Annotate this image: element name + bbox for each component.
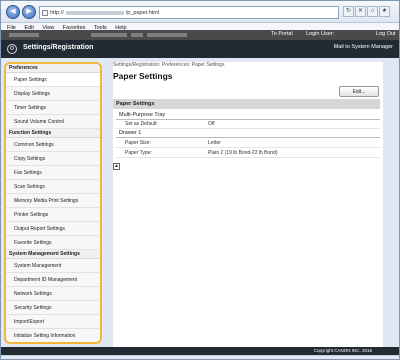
home-icon[interactable]: ⌂: [367, 6, 378, 17]
paper-size-value: Letter: [208, 140, 221, 146]
app-header: ⚙ Settings/Registration Mail to System M…: [1, 40, 399, 58]
multi-purpose-tray-heading: Multi-Purpose Tray: [119, 112, 166, 118]
stop-icon[interactable]: ✕: [355, 6, 366, 17]
main-content: Settings/Registration: Preferences: Pape…: [113, 62, 383, 347]
back-arrow-icon[interactable]: ◀: [6, 5, 20, 19]
blurred-address: [65, 10, 124, 15]
favorites-icon[interactable]: ★: [379, 6, 390, 17]
divider: [116, 128, 380, 129]
divider: [116, 119, 380, 120]
to-portal-link[interactable]: To Portal: [271, 31, 293, 37]
mail-system-manager-link[interactable]: Mail to System Manager: [334, 44, 393, 50]
copyright: Copyright CANON INC. 2015: [313, 348, 372, 353]
address-actions: ↻ ✕ ⌂ ★: [343, 6, 395, 19]
sidebar-group-title: Preferences: [6, 64, 100, 73]
url-input[interactable]: http:///p_paper.html: [39, 6, 339, 19]
set-as-default-label: Set as Default:: [125, 121, 158, 127]
sidebar-item-printer-settings[interactable]: Printer Settings: [6, 208, 100, 222]
logout-link[interactable]: Log Out: [376, 31, 396, 37]
set-as-default-value: Off: [208, 121, 215, 127]
sidebar-item-department-id[interactable]: Department ID Management: [6, 273, 100, 287]
sidebar-item-scan-settings[interactable]: Scan Settings: [6, 180, 100, 194]
page-icon: [42, 10, 48, 16]
divider: [116, 147, 380, 148]
footer: Copyright CANON INC. 2015: [1, 347, 399, 355]
app-title: Settings/Registration: [23, 44, 94, 51]
sidebar-item-import-export[interactable]: Import/Export: [6, 315, 100, 329]
edit-button[interactable]: Edit...: [339, 86, 379, 97]
divider: [116, 137, 380, 138]
sidebar: Preferences Paper Settings Display Setti…: [4, 62, 102, 344]
breadcrumb: Settings/Registration: Preferences: Pape…: [113, 62, 225, 68]
sidebar-item-display-settings[interactable]: Display Settings: [6, 87, 100, 101]
blurred-label: [147, 33, 187, 37]
settings-logo-icon: ⚙: [7, 44, 17, 54]
sidebar-item-fax-settings[interactable]: Fax Settings: [6, 166, 100, 180]
sidebar-item-common-settings[interactable]: Common Settings: [6, 138, 100, 152]
paper-size-label: Paper Size:: [125, 140, 151, 146]
paper-type-value: Plain 2 (19 lb Bond-22 lb Bond): [208, 150, 278, 156]
address-bar: ◀ ▶ http:///p_paper.html ↻ ✕ ⌂ ★: [1, 1, 399, 23]
sidebar-group-title: Function Settings: [6, 129, 100, 138]
sidebar-item-initialize[interactable]: Initialize Setting Information: [6, 329, 100, 342]
divider: [116, 157, 380, 158]
back-to-top-icon[interactable]: ▲: [113, 163, 120, 170]
forward-arrow-icon[interactable]: ▶: [22, 5, 36, 19]
refresh-icon[interactable]: ↻: [343, 6, 354, 17]
paper-type-label: Paper Type:: [125, 150, 152, 156]
sidebar-item-memory-media[interactable]: Memory Media Print Settings: [6, 194, 100, 208]
page-title: Paper Settings: [113, 71, 173, 81]
sidebar-item-favorite-settings[interactable]: Favorite Settings: [6, 236, 100, 250]
sidebar-item-sound-volume[interactable]: Sound Volume Control: [6, 115, 100, 129]
blurred-label: [9, 33, 39, 37]
drawer-1-heading: Drawer 1: [119, 130, 142, 136]
sidebar-item-security-settings[interactable]: Security Settings: [6, 301, 100, 315]
top-header-bar: To Portal Login User: Log Out: [1, 30, 399, 40]
sidebar-item-timer-settings[interactable]: Timer Settings: [6, 101, 100, 115]
sidebar-item-copy-settings[interactable]: Copy Settings: [6, 152, 100, 166]
status-bar: [1, 355, 399, 359]
sidebar-group-title: System Management Settings: [6, 250, 100, 259]
sidebar-item-output-report[interactable]: Output Report Settings: [6, 222, 100, 236]
blurred-label: [131, 33, 143, 37]
login-user-label: Login User:: [306, 31, 335, 37]
sidebar-item-paper-settings[interactable]: Paper Settings: [6, 73, 100, 87]
section-header: Paper Settings: [113, 99, 380, 109]
sidebar-item-network-settings[interactable]: Network Settings: [6, 287, 100, 301]
blurred-label: [91, 33, 127, 37]
sidebar-item-system-management[interactable]: System Management: [6, 259, 100, 273]
